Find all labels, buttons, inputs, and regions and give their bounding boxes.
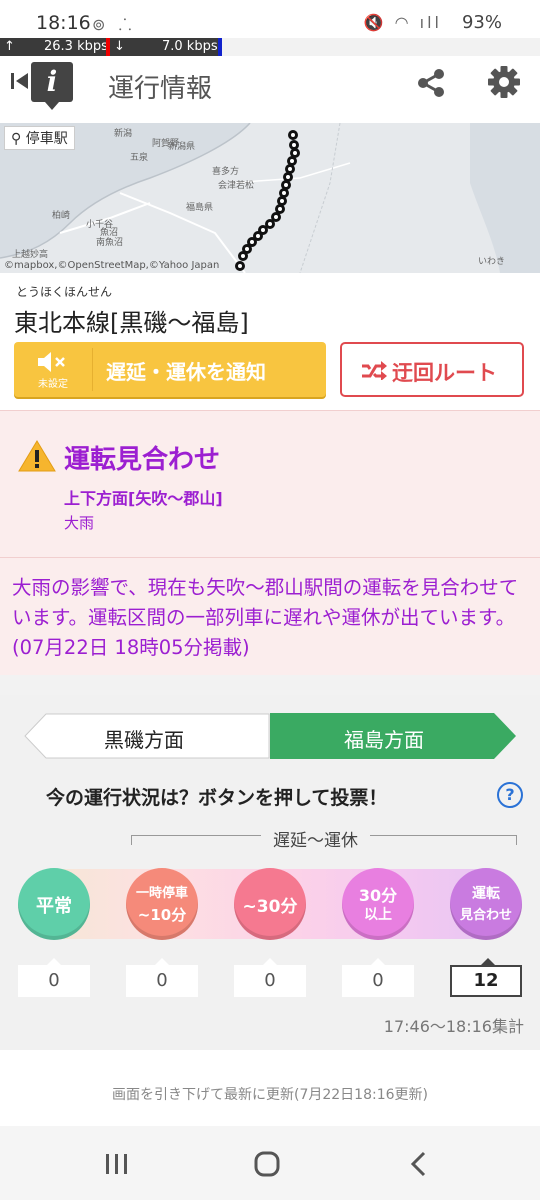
vote-period: 17:46～18:16集計	[383, 1017, 524, 1036]
map-place: 小千谷	[86, 220, 114, 230]
map-place: 新潟	[114, 129, 133, 139]
vote-count: 0	[342, 958, 414, 997]
upload-speed: 26.3 kbps	[44, 39, 108, 54]
footer: 画面を引き下げて最新に更新(7月22日18:16更新)	[0, 1050, 540, 1126]
vote-suspended-button[interactable]: 運転 見合わせ	[450, 868, 522, 940]
status-icons-left: ⊚ ⸫	[92, 15, 136, 34]
vote-stop10-button[interactable]: 一時停車 ~10分	[126, 868, 198, 940]
home-icon[interactable]	[252, 1150, 282, 1178]
vote-over30-button[interactable]: 30分 以上	[342, 868, 414, 940]
speaker-mute-icon	[38, 352, 65, 372]
map-place: 阿賀野	[152, 139, 180, 149]
page-title: 運行情報	[108, 74, 213, 104]
map-background	[0, 123, 540, 273]
gear-icon[interactable]	[486, 64, 522, 100]
line-name: 東北本線[黒磯～福島]	[14, 309, 249, 337]
map-place: 上越妙高	[12, 250, 49, 260]
status-icons-right: 🔇 ◠ ıll	[363, 13, 442, 32]
vote-count: 0	[126, 958, 198, 997]
download-arrow-icon: ↓	[114, 39, 125, 54]
notify-status: 未設定	[38, 379, 68, 390]
map-place: 南魚沼	[96, 238, 124, 248]
map-place: 五泉	[130, 153, 149, 163]
upload-arrow-icon: ↑	[4, 39, 15, 54]
tab-kuroiso[interactable]: 黒磯方面	[24, 713, 270, 759]
vote-panel: 黒磯方面 福島方面 今の運行状況は？ボタンを押して投票！ ? 遅延～運休 平常 …	[0, 695, 540, 1050]
operation-status: 運転見合わせ	[64, 445, 221, 475]
warning-icon	[18, 440, 56, 472]
alert-message: 大雨の影響で、現在も矢吹～郡山駅間の運転を見合わせています。運転区間の一部列車に…	[12, 576, 519, 659]
battery-level: 93%	[461, 12, 502, 33]
line-name-kana: とうほくほんせん	[16, 285, 113, 299]
line-info: とうほくほんせん 東北本線[黒磯～福島] 未設定 遅延・運休を通知 迂回ルート	[0, 273, 540, 410]
detour-route-button[interactable]: 迂回ルート	[340, 342, 524, 397]
map-place: 柏崎	[52, 211, 71, 221]
stop-station-text: 停車駅	[25, 131, 68, 147]
update-text: 画面を引き下げて最新に更新(7月22日18:16更新)	[112, 1087, 428, 1103]
share-icon[interactable]	[414, 66, 448, 100]
vote-count: 12	[450, 958, 522, 997]
back-nav-icon[interactable]	[404, 1150, 434, 1178]
tab-label: 福島方面	[344, 728, 424, 752]
map-place: 会津若松	[218, 181, 255, 191]
map-place: 喜多方	[212, 167, 240, 177]
network-speed-bar: ↑ 26.3 kbps ↓ 7.0 kbps	[0, 38, 222, 56]
detour-button-label: 迂回ルート	[392, 361, 497, 385]
tab-fukushima[interactable]: 福島方面	[270, 713, 516, 759]
vote-normal-button[interactable]: 平常	[18, 868, 90, 940]
info-logo-icon: i	[31, 62, 73, 110]
operation-alert: 運転見合わせ 上下方面[矢吹～郡山] 大雨 大雨の影響で、現在も矢吹～郡山駅間の…	[0, 410, 540, 675]
app-bar: i 運行情報	[0, 56, 540, 123]
map-credit: ©mapbox,©OpenStreetMap,©Yahoo Japan	[4, 260, 220, 271]
vote-count: 0	[18, 958, 90, 997]
direction-tabs: 黒磯方面 福島方面	[24, 713, 516, 759]
affected-section: 上下方面[矢吹～郡山]	[64, 489, 223, 508]
map-place: 福島県	[186, 203, 214, 213]
vote-question: 今の運行状況は？ボタンを押して投票！	[46, 787, 388, 809]
status-time: 18:16	[36, 12, 91, 34]
alert-cause: 大雨	[64, 514, 95, 532]
delay-range-bracket: 遅延～運休	[131, 826, 517, 851]
map-pin-icon: ⚲	[11, 131, 22, 147]
system-nav-bar	[0, 1126, 540, 1200]
download-speed: 7.0 kbps	[162, 39, 218, 54]
notify-delay-button[interactable]: 未設定 遅延・運休を通知	[14, 342, 326, 397]
stop-station-label[interactable]: ⚲ 停車駅	[4, 126, 75, 150]
back-icon[interactable]	[10, 70, 30, 92]
range-label: 遅延～運休	[261, 826, 370, 851]
vote-count: 0	[234, 958, 306, 997]
notify-button-label: 遅延・運休を通知	[106, 360, 266, 384]
recent-apps-icon[interactable]	[102, 1150, 132, 1178]
status-bar: 18:16 ⊚ ⸫ 🔇 ◠ ıll 93%	[0, 0, 540, 38]
tab-label: 黒磯方面	[104, 728, 184, 752]
vote-30min-button[interactable]: ~30分	[234, 868, 306, 940]
help-icon[interactable]: ?	[497, 782, 523, 808]
map-place: いわき	[478, 257, 506, 267]
detour-arrows-icon	[362, 361, 387, 380]
route-map[interactable]: 新潟 新潟県 五泉 阿賀野 会津若松 喜多方 福島県 柏崎 魚沼 小千谷 南魚沼…	[0, 123, 540, 273]
